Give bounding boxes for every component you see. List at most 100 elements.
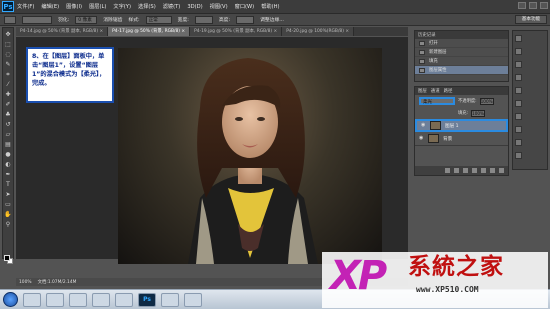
menu-layer[interactable]: 图层(L) xyxy=(89,3,106,10)
fill-icon xyxy=(419,58,425,64)
brush-icon xyxy=(515,152,522,159)
eyedropper-tool-icon[interactable]: ⁄ xyxy=(4,81,12,88)
style-select[interactable]: 正常 xyxy=(145,15,172,24)
hand-tool-icon[interactable]: ✋ xyxy=(4,211,12,218)
character-panel-button[interactable] xyxy=(513,111,547,122)
history-brush-icon[interactable]: ↺ xyxy=(4,121,12,128)
visibility-eye-icon[interactable]: ◉ xyxy=(419,136,424,141)
menu-view[interactable]: 视图(V) xyxy=(210,3,228,10)
watermark-site-name: 系統之家 xyxy=(408,254,504,280)
pen-tool-icon[interactable]: ✒ xyxy=(4,171,12,178)
width-input[interactable] xyxy=(194,15,213,24)
quick-select-tool-icon[interactable]: ✎ xyxy=(4,61,12,68)
shape-tool-icon[interactable]: ▭ xyxy=(4,201,12,208)
history-item[interactable]: 打开 xyxy=(415,39,508,48)
zoom-tool-icon[interactable]: ⚲ xyxy=(4,221,12,228)
zoom-level[interactable]: 100% xyxy=(19,280,32,285)
menu-image[interactable]: 图像(I) xyxy=(66,3,82,10)
paragraph-panel-button[interactable] xyxy=(513,124,547,135)
marquee-tool-icon[interactable]: ⬚ xyxy=(4,41,12,48)
tab-p4-19[interactable]: P4-19.jpg @ 50% (背景 副本, RGB/8) × xyxy=(190,27,283,36)
layer-row-background[interactable]: ◉ 背景 xyxy=(415,132,508,146)
tab-channels[interactable]: 通道 xyxy=(431,88,440,94)
history-item-label: 打开 xyxy=(429,41,438,46)
tab-layers[interactable]: 图层 xyxy=(418,88,427,94)
layer-row-layer1[interactable]: ◉ 图层 1 xyxy=(415,119,508,132)
link-layers-icon[interactable] xyxy=(445,168,450,173)
menu-3d[interactable]: 3D(D) xyxy=(187,4,202,10)
taskbar-app-chrome[interactable] xyxy=(46,292,64,307)
dodge-tool-icon[interactable]: ◐ xyxy=(4,161,12,168)
new-layer-icon[interactable] xyxy=(490,168,495,173)
opacity-input[interactable]: 100% xyxy=(479,97,494,105)
menu-filter[interactable]: 滤镜(T) xyxy=(163,3,181,10)
selection-mode-buttons[interactable] xyxy=(22,15,52,24)
tool-preset-picker[interactable] xyxy=(4,15,16,24)
fill-input[interactable]: 100% xyxy=(471,109,486,117)
menu-file[interactable]: 文件(F) xyxy=(17,3,34,10)
menu-help[interactable]: 帮助(H) xyxy=(261,3,279,10)
visibility-eye-icon[interactable]: ◉ xyxy=(421,123,426,128)
styles-panel-button[interactable] xyxy=(513,72,547,83)
maximize-button[interactable] xyxy=(529,2,537,9)
add-mask-icon[interactable] xyxy=(463,168,468,173)
path-select-icon[interactable]: ➤ xyxy=(4,191,12,198)
new-adjustment-icon[interactable] xyxy=(472,168,477,173)
feather-label: 羽化: xyxy=(58,18,70,23)
add-style-icon[interactable] xyxy=(454,168,459,173)
menu-type[interactable]: 文字(Y) xyxy=(113,3,131,10)
actions-panel-button[interactable] xyxy=(513,137,547,148)
taskbar-app-ie[interactable] xyxy=(23,292,41,307)
history-item[interactable]: 新建图层 xyxy=(415,48,508,57)
move-tool-icon[interactable]: ✥ xyxy=(4,31,12,38)
tab-p4-20[interactable]: P4-20.jpg @ 100%(RGB/8) × xyxy=(282,27,355,36)
brushes-panel-button[interactable] xyxy=(513,150,547,161)
layers-footer xyxy=(415,166,508,175)
feather-input[interactable]: 0 像素 xyxy=(75,15,98,24)
healing-brush-icon[interactable]: ✚ xyxy=(4,91,12,98)
taskbar-app-media[interactable] xyxy=(92,292,110,307)
document-size[interactable]: 文档:1.07M/2.14M xyxy=(38,279,77,285)
refine-edge-button[interactable]: 调整边缘... xyxy=(260,16,284,23)
workspace-switcher[interactable]: 基本功能 xyxy=(515,15,547,24)
trash-icon[interactable] xyxy=(499,168,504,173)
taskbar-app-misc[interactable] xyxy=(161,292,179,307)
info-panel-button[interactable] xyxy=(513,98,547,109)
history-item-selected[interactable]: 图层属性 xyxy=(415,66,508,75)
blur-tool-icon[interactable]: ● xyxy=(4,151,12,158)
taskbar-app-folder[interactable] xyxy=(115,292,133,307)
blend-mode-select[interactable]: 柔光 xyxy=(419,97,455,105)
taskbar-app-photoshop[interactable]: Ps xyxy=(138,292,156,307)
lasso-tool-icon[interactable]: ◌ xyxy=(4,51,12,58)
crop-tool-icon[interactable]: ⌗ xyxy=(4,71,12,78)
photoshop-logo[interactable]: Ps xyxy=(2,1,14,12)
color-panel-button[interactable] xyxy=(513,33,547,44)
new-group-icon[interactable] xyxy=(481,168,486,173)
clone-stamp-icon[interactable]: ♣ xyxy=(4,111,12,118)
close-button[interactable] xyxy=(540,2,548,9)
properties-panel-button[interactable] xyxy=(513,85,547,96)
tab-p4-17[interactable]: P4-17.jpg @ 50% (背景, RGB/8) × xyxy=(108,27,191,36)
type-tool-icon[interactable]: T xyxy=(4,181,12,188)
height-input[interactable] xyxy=(236,15,255,24)
taskbar-app-explorer[interactable] xyxy=(69,292,87,307)
foreground-color-swatch[interactable] xyxy=(4,255,10,261)
menu-edit[interactable]: 编辑(E) xyxy=(41,3,59,10)
eraser-tool-icon[interactable]: ▱ xyxy=(4,131,12,138)
start-button[interactable] xyxy=(3,292,18,307)
tab-history[interactable]: 历史记录 xyxy=(418,32,436,38)
tab-paths[interactable]: 路径 xyxy=(444,88,453,94)
tab-p4-14[interactable]: P4-14.jpg @ 50% (背景 副本, RGB/8) × xyxy=(16,27,109,36)
minimize-button[interactable] xyxy=(518,2,526,9)
adjustments-panel-button[interactable] xyxy=(513,59,547,70)
swatches-panel-button[interactable] xyxy=(513,46,547,57)
menu-select[interactable]: 选择(S) xyxy=(138,3,156,10)
history-item[interactable]: 填充 xyxy=(415,57,508,66)
brush-tool-icon[interactable]: ✐ xyxy=(4,101,12,108)
height-label: 高度: xyxy=(218,18,231,23)
taskbar-app-misc2[interactable] xyxy=(184,292,202,307)
antialias-checkbox[interactable]: 消除锯齿 xyxy=(103,16,122,23)
gradient-tool-icon[interactable]: ▤ xyxy=(4,141,12,148)
menu-window[interactable]: 窗口(W) xyxy=(235,3,255,10)
document-image[interactable] xyxy=(118,48,382,264)
